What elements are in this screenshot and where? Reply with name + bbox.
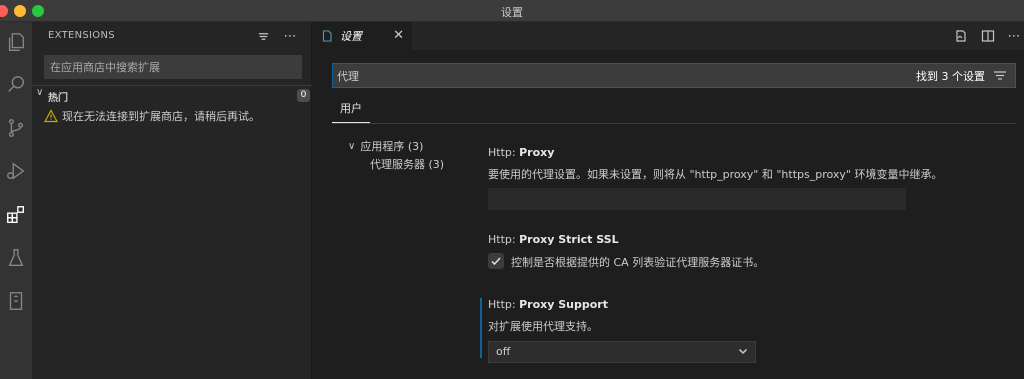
extensions-icon[interactable] xyxy=(0,199,32,231)
close-icon[interactable]: ✕ xyxy=(393,28,404,43)
setting-category: Http: xyxy=(488,233,520,246)
explorer-icon[interactable] xyxy=(0,26,32,58)
toc-group-application[interactable]: ∨ 应用程序 (3) xyxy=(348,138,423,154)
settings-search-input[interactable] xyxy=(333,64,893,87)
chevron-down-icon xyxy=(738,345,748,355)
setting-category: Http: xyxy=(488,146,520,159)
check-icon xyxy=(491,257,501,266)
testing-icon[interactable] xyxy=(0,242,32,274)
selected-value: off xyxy=(496,345,511,358)
setting-http-proxy-support: Http: Proxy Support 对扩展使用代理支持。 off xyxy=(480,298,1008,363)
editor-tab-bar: 设置 ✕ ⋯ xyxy=(312,22,1024,50)
tab-label: 设置 xyxy=(340,30,362,43)
marketplace-warning: 现在无法连接到扩展商店，请稍后再试。 xyxy=(44,107,260,125)
more-actions-icon[interactable]: ⋯ xyxy=(1005,27,1023,45)
window-title: 设置 xyxy=(501,6,523,19)
popular-section-header[interactable]: ∨ 热门 0 xyxy=(32,85,312,105)
setting-http-proxy-strict-ssl: Http: Proxy Strict SSL 控制是否根据提供的 CA 列表验证… xyxy=(488,233,1008,269)
extensions-sidebar: EXTENSIONS ⋯ ∨ 热门 0 现在无法连接到扩展商店，请稍后再试。 xyxy=(32,22,312,379)
extensions-search-input-wrap xyxy=(44,55,302,79)
chevron-down-icon: ∨ xyxy=(348,140,356,152)
divider xyxy=(332,123,1016,124)
setting-http-proxy: Http: Proxy 要使用的代理设置。如果未设置，则将从 "http_pro… xyxy=(488,146,1008,210)
setting-name: Proxy Strict SSL xyxy=(519,233,619,246)
results-count: 找到 3 个设置 xyxy=(916,70,985,83)
focus-indicator xyxy=(480,298,482,358)
toc-group-label: 应用程序 (3) xyxy=(360,140,424,153)
source-control-icon[interactable] xyxy=(0,112,32,144)
strict-ssl-checkbox[interactable] xyxy=(488,253,504,269)
proxy-support-select[interactable]: off xyxy=(488,341,756,363)
filter-extensions-icon[interactable] xyxy=(254,27,272,45)
sidebar-header: EXTENSIONS ⋯ xyxy=(32,22,312,50)
setting-description: 控制是否根据提供的 CA 列表验证代理服务器证书。 xyxy=(511,256,765,269)
setting-description: 要使用的代理设置。如果未设置，则将从 "http_proxy" 和 "https… xyxy=(488,168,943,181)
setting-title: Http: Proxy xyxy=(488,146,1008,162)
activity-bar xyxy=(0,22,32,379)
section-count-badge: 0 xyxy=(297,89,310,102)
run-debug-icon[interactable] xyxy=(0,155,32,187)
warning-icon xyxy=(44,109,58,123)
setting-name: Proxy Support xyxy=(519,298,608,311)
open-settings-json-icon[interactable] xyxy=(952,27,970,45)
scope-tab-label: 用户 xyxy=(340,102,362,115)
clear-filter-icon[interactable] xyxy=(993,69,1007,83)
extensions-search-input[interactable] xyxy=(45,56,301,78)
proxy-input[interactable] xyxy=(488,188,906,210)
setting-title: Http: Proxy Strict SSL xyxy=(488,233,1008,249)
remote-explorer-icon[interactable] xyxy=(0,285,32,317)
settings-search-box: 找到 3 个设置 xyxy=(332,63,1016,88)
setting-title: Http: Proxy Support xyxy=(488,298,1008,314)
tab-settings[interactable]: 设置 ✕ xyxy=(312,22,412,50)
title-bar: 设置 xyxy=(0,0,1024,22)
split-editor-icon[interactable] xyxy=(979,27,997,45)
toc-item-proxy[interactable]: 代理服务器 (3) xyxy=(370,156,444,172)
section-label: 热门 xyxy=(48,93,68,104)
setting-name: Proxy xyxy=(519,146,555,159)
tab-user[interactable]: 用户 xyxy=(332,101,370,123)
setting-category: Http: xyxy=(488,298,520,311)
file-icon xyxy=(322,30,332,42)
setting-description: 对扩展使用代理支持。 xyxy=(488,320,598,333)
sidebar-title: EXTENSIONS xyxy=(48,30,115,41)
warning-text: 现在无法连接到扩展商店，请稍后再试。 xyxy=(62,110,260,123)
settings-editor: 设置 ✕ ⋯ 找到 3 个设置 用户 ∨ 应用程序 (3) 代理服务器 (3) … xyxy=(312,22,1024,379)
more-actions-icon[interactable]: ⋯ xyxy=(281,27,299,45)
chevron-down-icon: ∨ xyxy=(36,87,44,98)
search-icon[interactable] xyxy=(0,69,32,101)
checkbox-row: 控制是否根据提供的 CA 列表验证代理服务器证书。 xyxy=(488,253,1008,269)
